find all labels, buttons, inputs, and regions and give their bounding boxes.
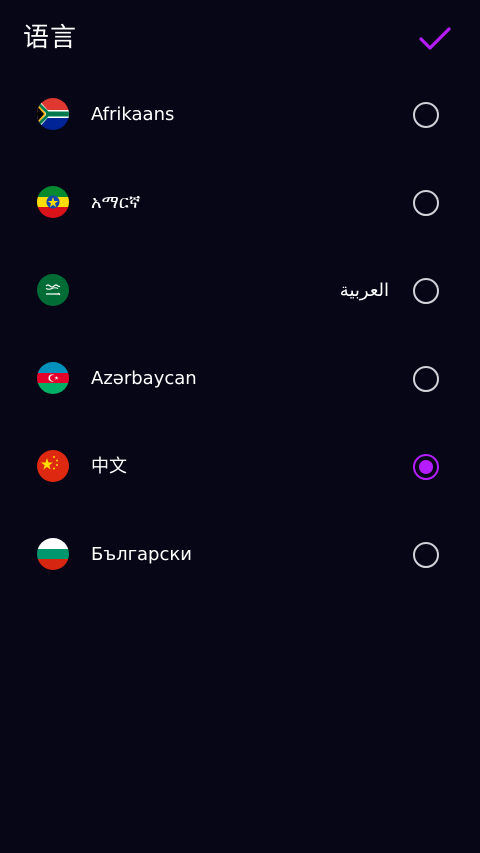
page-title: 语言 — [23, 23, 78, 53]
language-radio-selected[interactable] — [413, 454, 439, 480]
language-radio[interactable] — [413, 102, 439, 128]
header: 语言 — [0, 0, 480, 78]
saudi-arabia-flag-icon — [37, 274, 69, 306]
language-label: العربية — [339, 280, 389, 301]
language-row-afrikaans[interactable]: Afrikaans — [0, 71, 480, 159]
language-list: Afrikaans አማርኛ العربية Azərbaycan 中文 Бъл… — [0, 71, 480, 599]
south-africa-flag-icon — [37, 98, 69, 130]
china-flag-icon — [37, 450, 69, 482]
language-radio[interactable] — [413, 278, 439, 304]
language-label: Azərbaycan — [91, 368, 197, 389]
language-row-bulgarian[interactable]: Български — [0, 511, 480, 599]
language-label: Български — [91, 544, 192, 565]
language-row-arabic[interactable]: العربية — [0, 247, 480, 335]
confirm-button[interactable] — [418, 24, 452, 54]
language-radio[interactable] — [413, 542, 439, 568]
language-label: አማርኛ — [91, 192, 141, 213]
language-label: 中文 — [91, 456, 127, 477]
language-row-amharic[interactable]: አማርኛ — [0, 159, 480, 247]
check-icon — [419, 27, 451, 50]
bulgaria-flag-icon — [37, 538, 69, 570]
language-label: Afrikaans — [91, 104, 175, 125]
language-settings-screen: 语言 Afrikaans አማርኛ العربية Azərbaycan 中文 … — [0, 0, 480, 853]
language-row-chinese[interactable]: 中文 — [0, 423, 480, 511]
language-radio[interactable] — [413, 190, 439, 216]
language-radio[interactable] — [413, 366, 439, 392]
language-row-azerbaijani[interactable]: Azərbaycan — [0, 335, 480, 423]
azerbaijan-flag-icon — [37, 362, 69, 394]
ethiopia-flag-icon — [37, 186, 69, 218]
